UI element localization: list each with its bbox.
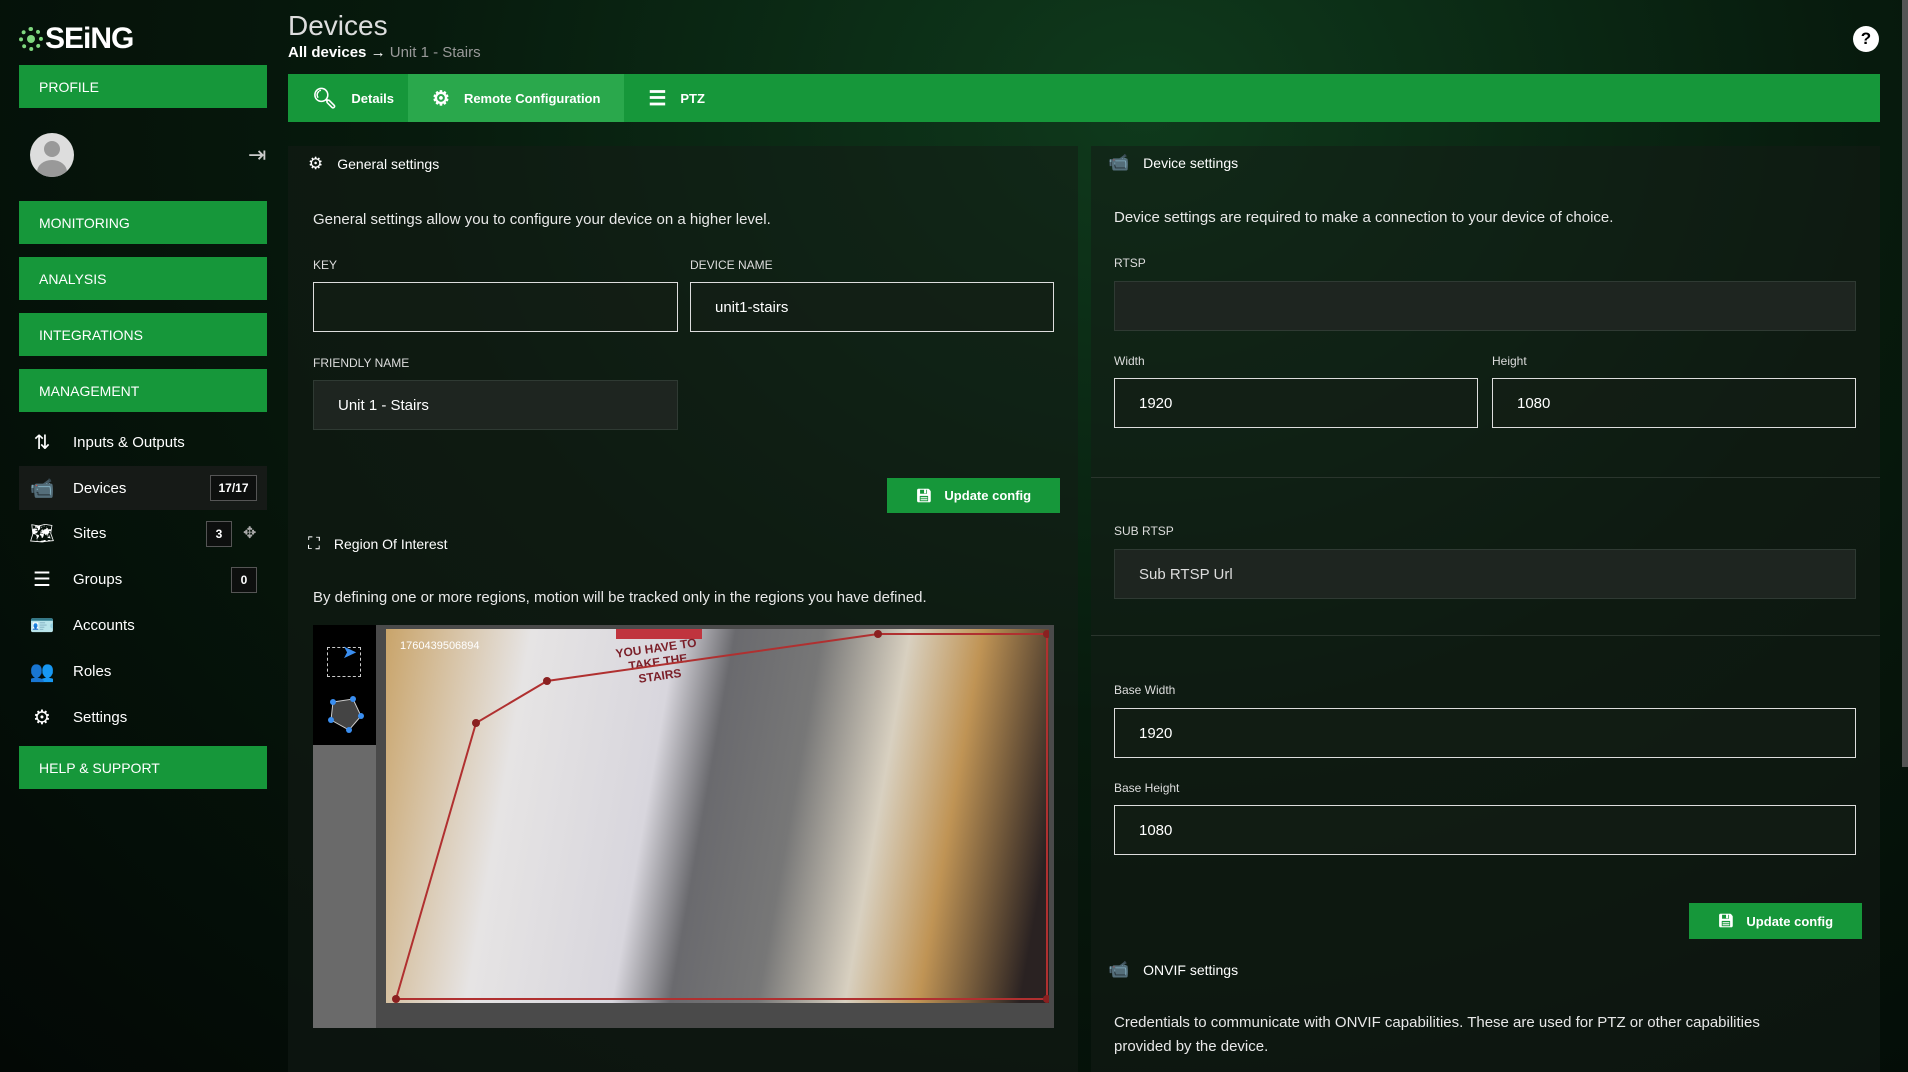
cctv-camera-icon: 📹 — [29, 477, 55, 500]
monitoring-button[interactable]: MONITORING — [19, 201, 267, 244]
arrows-up-down-icon: ⇅ — [33, 431, 51, 454]
breadcrumb: All devices → Unit 1 - Stairs — [288, 44, 481, 61]
height-input[interactable]: 1080 — [1492, 378, 1856, 428]
friendly-name-input[interactable]: Unit 1 - Stairs — [313, 380, 678, 430]
friendly-name-label: FRIENDLY NAME — [313, 356, 410, 370]
height-label: Height — [1492, 354, 1527, 368]
general-settings-header: ⚙ General settings — [308, 154, 440, 173]
snapshot-timestamp: 1760439506894 — [400, 640, 480, 652]
general-settings-description: General settings allow you to configure … — [313, 211, 771, 228]
sites-count-badge: 3 — [206, 521, 232, 547]
select-tool-icon[interactable]: ➤ — [327, 642, 361, 677]
logo-gear-icon — [19, 27, 43, 51]
device-name-label: DEVICE NAME — [690, 258, 773, 272]
logout-icon[interactable]: ⇥ — [248, 142, 266, 168]
page-title: Devices — [288, 10, 388, 41]
device-name-input[interactable]: unit1-stairs — [690, 282, 1054, 332]
base-width-input[interactable]: 1920 — [1114, 708, 1856, 758]
tab-remote-configuration[interactable]: ⚙ Remote Configuration — [408, 74, 625, 122]
camera-snapshot[interactable]: YOU HAVE TO TAKE THE STAIRS — [386, 629, 1049, 1003]
search-icon: 🔍︎ — [312, 87, 338, 110]
key-input[interactable] — [313, 282, 678, 332]
tab-ptz[interactable]: ☰ PTZ — [624, 74, 729, 122]
polygon-tool-icon[interactable] — [325, 694, 365, 734]
sub-rtsp-input[interactable]: Sub RTSP Url — [1114, 549, 1856, 599]
help-support-button[interactable]: HELP & SUPPORT — [19, 746, 267, 789]
breadcrumb-all-devices[interactable]: All devices — [288, 44, 366, 61]
profile-button[interactable]: PROFILE — [19, 65, 267, 108]
roi-header: ⛶ Region Of Interest — [308, 534, 448, 553]
sidebar-item-accounts[interactable]: 🪪 Accounts — [19, 603, 267, 647]
device-settings-header: 📹 Device settings — [1108, 153, 1239, 172]
tab-bar: 🔍︎ Details ⚙ Remote Configuration ☰ PTZ — [288, 74, 1880, 122]
roi-polygon[interactable] — [386, 629, 1049, 1003]
layers-icon: ☰ — [33, 568, 51, 591]
scrollbar[interactable] — [1902, 0, 1908, 767]
analysis-button[interactable]: ANALYSIS — [19, 257, 267, 300]
save-icon: 💾︎ — [915, 487, 933, 503]
sidebar-item-groups[interactable]: ☰ Groups — [19, 557, 267, 601]
gear-icon: ⚙ — [308, 154, 324, 173]
sidebar-item-roles[interactable]: 👥 Roles — [19, 649, 267, 693]
onvif-description: Credentials to communicate with ONVIF ca… — [1114, 1014, 1760, 1031]
sub-rtsp-label: SUB RTSP — [1114, 524, 1174, 538]
cctv-camera-icon: 📹 — [1108, 153, 1130, 172]
list-icon: ☰ — [648, 87, 667, 110]
divider — [1091, 477, 1880, 478]
key-label: KEY — [313, 258, 338, 272]
logo: SEiNG — [19, 22, 134, 56]
map-icon: 🗺 — [29, 522, 55, 545]
divider — [1091, 635, 1880, 636]
save-icon: 💾︎ — [1717, 913, 1735, 928]
help-icon[interactable]: ? — [1853, 26, 1879, 52]
gear-icon: ⚙ — [33, 706, 51, 729]
roi-description: By defining one or more regions, motion … — [313, 589, 927, 606]
groups-count-badge: 0 — [231, 567, 257, 593]
integrations-button[interactable]: INTEGRATIONS — [19, 313, 267, 356]
width-input[interactable]: 1920 — [1114, 378, 1478, 428]
breadcrumb-arrow: → — [370, 44, 386, 61]
rtsp-label: RTSP — [1114, 256, 1146, 270]
width-label: Width — [1114, 354, 1145, 368]
image-region-icon: ⛶ — [308, 534, 320, 553]
avatar[interactable] — [30, 133, 74, 177]
onvif-header: 📹 ONVIF settings — [1108, 960, 1239, 979]
sidebar-item-inputs-outputs[interactable]: ⇅ Inputs & Outputs — [19, 420, 267, 464]
base-height-label: Base Height — [1114, 781, 1180, 795]
breadcrumb-current: Unit 1 - Stairs — [389, 44, 481, 61]
onvif-description-line2: provided by the device. — [1114, 1038, 1269, 1055]
devices-count-badge: 17/17 — [210, 475, 257, 501]
rtsp-input[interactable] — [1114, 281, 1856, 331]
base-height-input[interactable]: 1080 — [1114, 805, 1856, 855]
users-gear-icon: 👥 — [29, 660, 55, 683]
move-icon[interactable]: ✥ — [243, 523, 256, 543]
gear-icon: ⚙ — [432, 87, 450, 110]
device-settings-description: Device settings are required to make a c… — [1114, 209, 1614, 226]
tab-details[interactable]: 🔍︎ Details — [288, 74, 408, 122]
toolbar-filler — [313, 745, 376, 1028]
id-card-icon: 🪪 — [29, 614, 55, 637]
cctv-camera-icon: 📹 — [1108, 960, 1130, 979]
sidebar-item-settings[interactable]: ⚙ Settings — [19, 695, 267, 739]
management-button[interactable]: MANAGEMENT — [19, 369, 267, 412]
update-config-button[interactable]: 💾︎ Update config — [1689, 903, 1862, 939]
roi-toolbar: ➤ — [313, 625, 376, 745]
base-width-label: Base Width — [1114, 683, 1176, 697]
update-config-button[interactable]: 💾︎ Update config — [887, 478, 1060, 513]
